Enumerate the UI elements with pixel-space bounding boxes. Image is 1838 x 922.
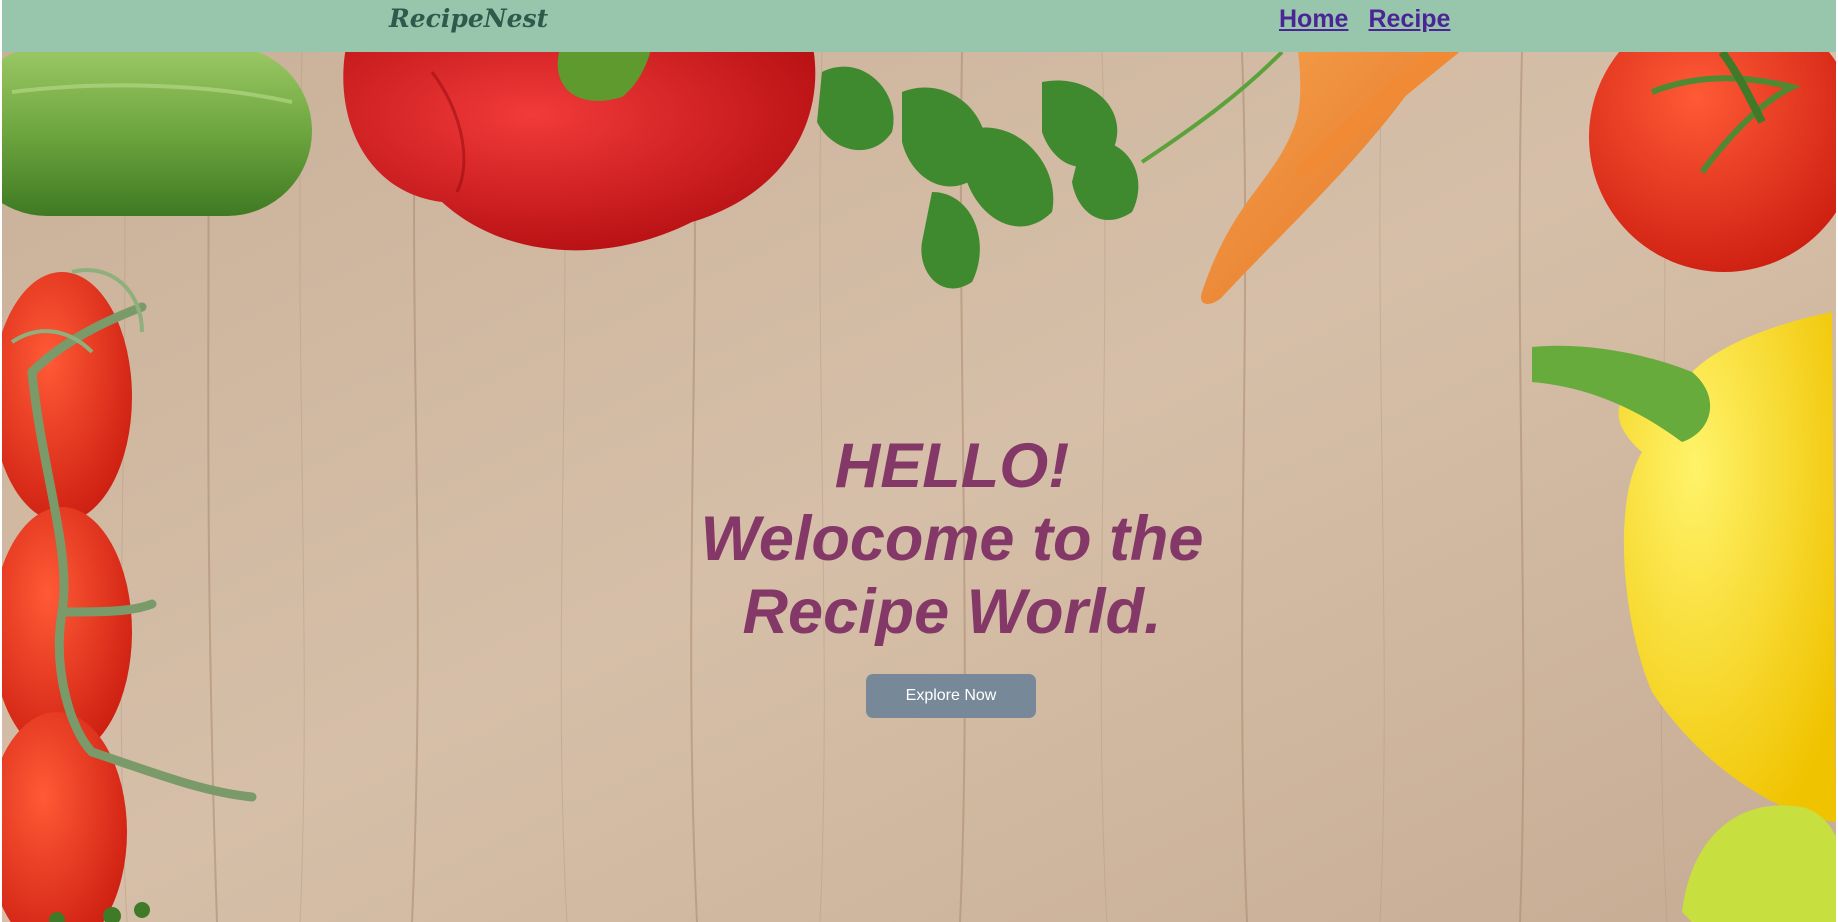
nav-links: Home Recipe	[1279, 3, 1450, 35]
nav-link-recipe[interactable]: Recipe	[1368, 3, 1450, 35]
hero-line-3: Recipe World.	[742, 577, 1162, 647]
top-navbar: RecipeNest Home Recipe	[2, 0, 1836, 52]
nav-link-home[interactable]: Home	[1279, 3, 1348, 35]
explore-now-button[interactable]: Explore Now	[866, 674, 1036, 718]
hero-section: HELLO! Welocome to the Recipe World. Exp…	[2, 52, 1836, 922]
page-frame: RecipeNest Home Recipe HELLO! Welocome t…	[2, 0, 1836, 922]
hero-line-2: Welocome to the	[700, 504, 1204, 574]
hero-line-1: HELLO!	[834, 431, 1070, 501]
hero-heading: HELLO! Welocome to the Recipe World.	[2, 430, 1836, 649]
brand-logo[interactable]: RecipeNest	[389, 2, 548, 36]
